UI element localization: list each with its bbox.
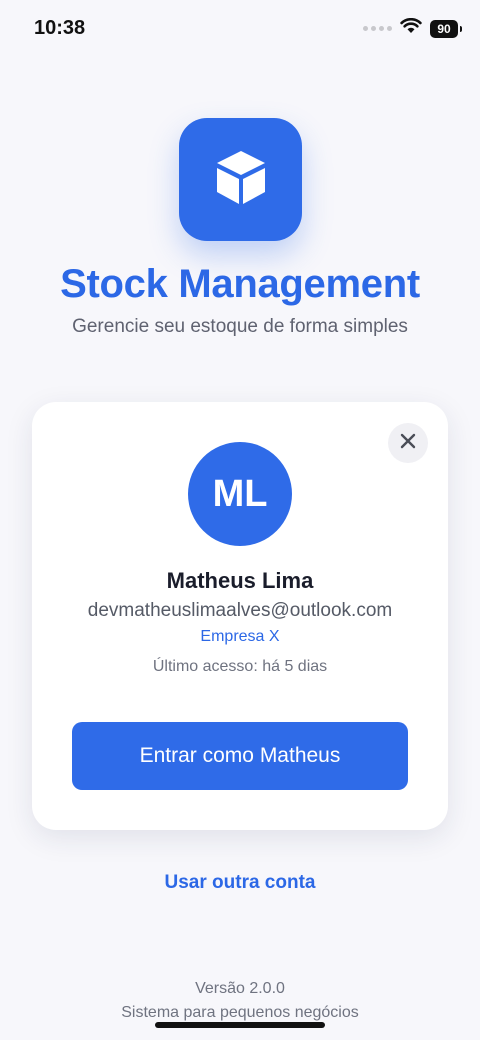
status-bar: 10:38 90	[0, 0, 480, 60]
user-company: Empresa X	[200, 628, 280, 645]
close-icon	[400, 433, 416, 454]
avatar: ML	[188, 442, 292, 546]
app-title: Stock Management	[60, 262, 420, 306]
app-subtitle: Gerencie seu estoque de forma simples	[72, 316, 408, 337]
app-version: Versão 2.0.0	[195, 980, 285, 997]
login-screen: 10:38 90 Stock Management Gerencie seu e…	[0, 0, 480, 1040]
close-button[interactable]	[388, 423, 428, 463]
app-tagline: Sistema para pequenos negócios	[121, 1004, 359, 1021]
status-icons: 90	[363, 18, 462, 39]
user-name: Matheus Lima	[166, 568, 314, 593]
app-logo	[179, 118, 302, 241]
saved-account-card: ML Matheus Lima devmatheuslimaalves@outl…	[32, 402, 448, 830]
login-as-user-button[interactable]: Entrar como Matheus	[72, 722, 408, 790]
signal-dots-icon	[363, 26, 392, 31]
battery-icon: 90	[430, 19, 462, 38]
wifi-icon	[400, 18, 422, 39]
use-other-account-link[interactable]: Usar outra conta	[0, 872, 480, 894]
last-access-text: Último acesso: há 5 dias	[152, 658, 328, 675]
status-time: 10:38	[34, 17, 86, 39]
home-indicator	[155, 1022, 325, 1028]
cube-icon	[213, 147, 269, 212]
user-email: devmatheuslimaalves@outlook.com	[87, 600, 393, 621]
